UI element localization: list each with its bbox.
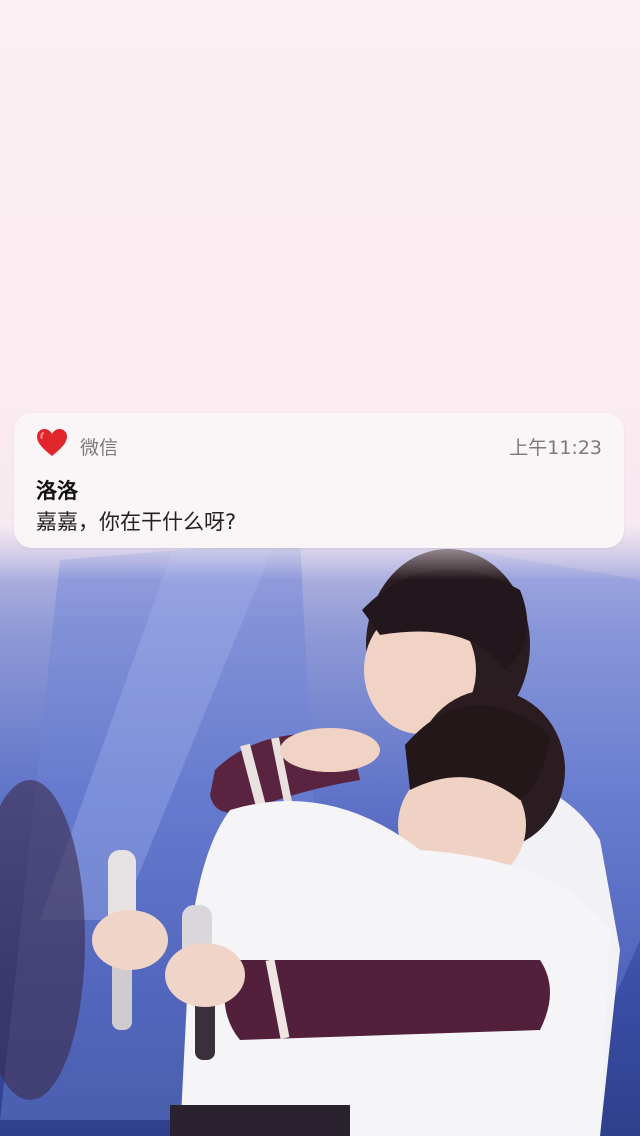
app-name: 微信 bbox=[80, 437, 119, 459]
notification-header: 微信 上午11:23 bbox=[36, 427, 602, 461]
wechat-notification-banner[interactable]: 微信 上午11:23 洛洛 嘉嘉，你在干什么呀? bbox=[14, 413, 624, 548]
wallpaper-photo bbox=[0, 520, 640, 1136]
sender-name: 洛洛 bbox=[36, 479, 78, 503]
message-preview: 嘉嘉，你在干什么呀? bbox=[36, 510, 237, 534]
red-heart-icon bbox=[36, 427, 68, 459]
notification-time: 上午11:23 bbox=[509, 437, 602, 459]
